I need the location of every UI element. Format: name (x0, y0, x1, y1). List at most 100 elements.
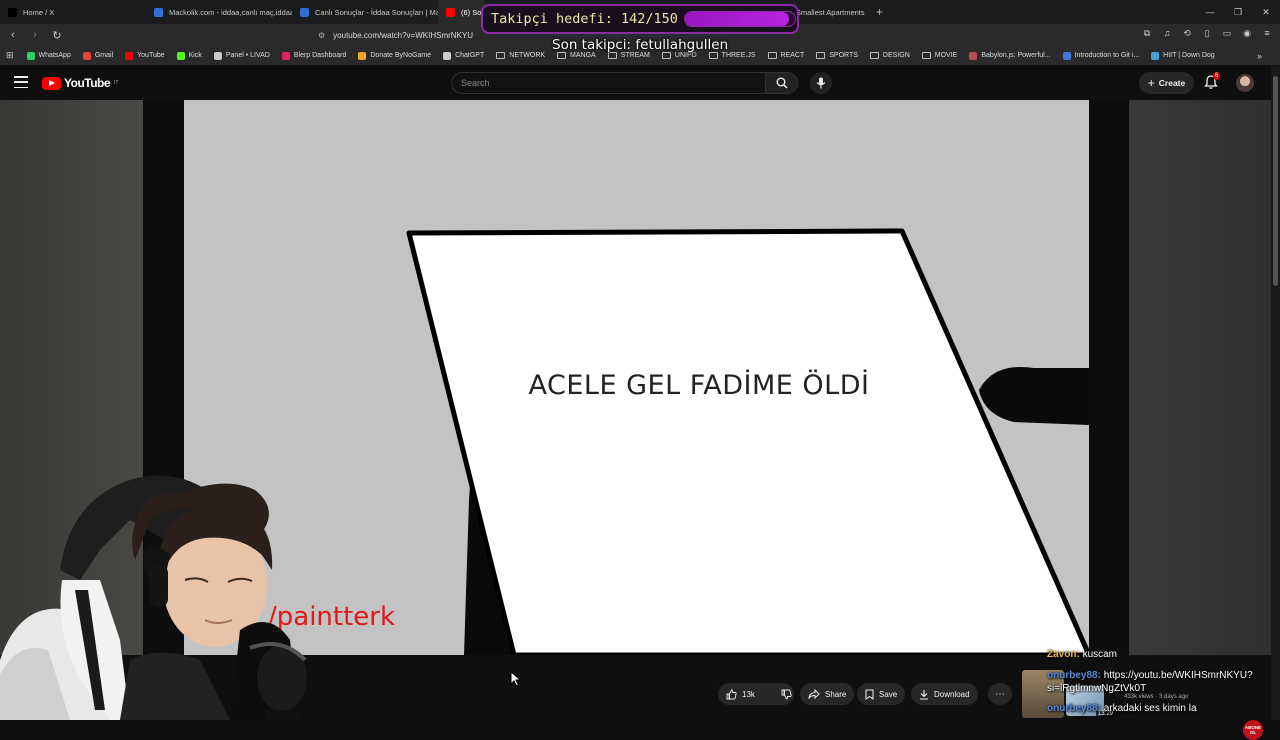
bookmark-label: DESIGN (882, 52, 910, 59)
menu-icon[interactable]: ≡ (1260, 26, 1274, 40)
url-text[interactable]: youtube.com/watch?v=WKIHSmrNKYU (333, 31, 473, 40)
bookmark-label: UNIPD (674, 52, 697, 59)
close-window-button[interactable]: ✕ (1252, 0, 1280, 24)
hamburger-menu-icon[interactable] (14, 76, 28, 88)
reload-icon[interactable]: ↻ (48, 26, 66, 44)
bookmark-item[interactable]: Blerp Dashboard (277, 51, 352, 60)
tab-favicon-icon (8, 7, 17, 17)
bookmark-item[interactable]: NETWORK (491, 52, 550, 60)
account-avatar[interactable] (1236, 74, 1254, 92)
extensions-icon[interactable]: ⧉ (1140, 26, 1154, 40)
forward-icon[interactable]: › (26, 26, 44, 44)
stream-chat-overlay: Zavon: kuscam onurbey88: https://youtu.b… (1020, 647, 1280, 720)
create-button[interactable]: + Create (1139, 72, 1194, 94)
mouse-cursor-icon (510, 670, 522, 692)
bookmark-item[interactable]: WhatsApp (22, 51, 76, 60)
bookmark-favicon-icon (82, 51, 91, 60)
voice-search-button[interactable] (810, 72, 832, 94)
youtube-logo[interactable]: YouTube IT (42, 76, 119, 90)
share-button[interactable]: Share (800, 683, 855, 705)
history-icon[interactable]: ⟲ (1180, 26, 1194, 40)
bookmark-item[interactable]: REACT (763, 52, 810, 60)
tab-favicon-icon (154, 7, 163, 17)
search-icon (776, 77, 788, 89)
page-scrollbar[interactable] (1271, 66, 1280, 720)
bookmark-item[interactable]: Babylon.js: Powerful... (964, 51, 1055, 60)
thumbs-down-icon (781, 689, 792, 699)
subscribe-badge[interactable]: ABONE OL (1243, 720, 1263, 740)
chat-username: onurbey88: (1047, 670, 1101, 681)
browser-tab[interactable]: Mackolik.com - iddaa,canlı maç,iddaa (146, 0, 292, 24)
microphone-icon (816, 77, 826, 89)
youtube-logo-text: YouTube (64, 76, 111, 90)
search-input[interactable]: Search (451, 72, 766, 94)
bookmark-item[interactable]: SPORTS (811, 52, 863, 60)
search-button[interactable] (766, 72, 798, 94)
bookmark-item[interactable]: ChatGPT (438, 51, 489, 60)
bookmark-icon (865, 689, 874, 700)
bookmark-item[interactable]: Panel • LIVAD (209, 51, 275, 60)
bookmark-item[interactable]: Gmail (78, 51, 118, 60)
country-code: IT (114, 80, 119, 86)
bookmark-item[interactable]: Kick (172, 51, 207, 60)
bookmark-favicon-icon (443, 51, 452, 60)
browser-tab[interactable]: Home / X (0, 0, 146, 24)
save-label: Save (879, 689, 898, 699)
tab-title: Home / X (23, 7, 55, 17)
like-count: 13k (742, 689, 755, 699)
folder-icon (767, 52, 777, 59)
music-icon[interactable]: ♫ (1160, 26, 1174, 40)
create-label: Create (1158, 78, 1186, 88)
chat-message: onurbey88: arkadaki ses kimin la (1047, 703, 1197, 714)
bookmark-item[interactable]: YouTube (120, 51, 170, 60)
sidebar-icon[interactable]: ▯ (1200, 26, 1214, 40)
chat-username: onurbey88: (1047, 703, 1101, 714)
bookmark-label: ChatGPT (455, 52, 485, 59)
browser-tab[interactable]: Canlı Sonuçlar - İddaa Sonuçları | Mac (292, 0, 438, 24)
dislike-button[interactable] (773, 683, 800, 705)
folder-icon (661, 52, 671, 59)
scrollbar-thumb[interactable] (1273, 76, 1278, 286)
site-info-icon[interactable]: ⚙ (318, 31, 325, 40)
chat-message: Zavon: kuscam (1047, 649, 1117, 660)
minimize-button[interactable]: — (1196, 0, 1224, 24)
last-follower-label: Son takipci: fetullahgullen (552, 37, 729, 53)
bookmark-label: Introduction to Git i... (1074, 52, 1140, 59)
bookmark-favicon-icon (281, 51, 290, 60)
maximize-button[interactable]: ❐ (1224, 0, 1252, 24)
wallet-icon[interactable]: ▭ (1220, 26, 1234, 40)
window-controls: — ❐ ✕ (1196, 0, 1280, 24)
bookmark-item[interactable]: DESIGN (865, 52, 915, 60)
bookmark-label: Donate ByNoGame (370, 52, 432, 59)
follower-goal-widget: Takipçi hedefi: 142/150 (481, 4, 799, 34)
like-button[interactable]: 13k (718, 683, 763, 705)
bookmarks-more-icon[interactable]: » (1257, 51, 1262, 61)
bookmark-favicon-icon (969, 51, 978, 60)
bookmark-item[interactable]: HIIT | Down Dog (1146, 51, 1220, 60)
ambient-right (1129, 100, 1280, 655)
browser-tab[interactable]: (6) Sound (438, 0, 484, 24)
tab-title: Canlı Sonuçlar - İddaa Sonuçları | Mac (315, 7, 438, 17)
profile-icon[interactable]: ◉ (1240, 26, 1254, 40)
bookmark-item[interactable]: Donate ByNoGame (353, 51, 436, 60)
back-icon[interactable]: ‹ (4, 26, 22, 44)
folder-icon (921, 52, 931, 59)
bookmark-favicon-icon (358, 51, 367, 60)
bookmark-item[interactable]: Introduction to Git i... (1058, 51, 1145, 60)
bookmark-label: NETWORK (509, 52, 546, 59)
download-button[interactable]: Download (911, 683, 978, 705)
notifications-button[interactable]: 6 (1203, 72, 1221, 92)
bookmark-item[interactable]: MOVIE (917, 52, 963, 60)
bookmark-label: Panel • LIVAD (225, 52, 270, 59)
save-button[interactable]: Save (857, 683, 906, 705)
notification-count-badge: 6 (1213, 72, 1221, 80)
chat-message: onurbey88: https://youtu.be/WKIHSmrNKYU?… (1047, 669, 1279, 695)
bookmark-label: HIIT | Down Dog (1163, 52, 1215, 59)
bookmark-label: Babylon.js: Powerful... (981, 52, 1051, 59)
bookmark-label: STREAM (620, 52, 650, 59)
apps-grid-icon[interactable]: ⊞ (6, 50, 14, 61)
new-tab-button[interactable]: + (866, 5, 893, 19)
chat-text: arkadaki ses kimin la (1103, 703, 1197, 714)
more-actions-button[interactable]: ⋯ (988, 683, 1012, 705)
share-label: Share (825, 689, 847, 699)
